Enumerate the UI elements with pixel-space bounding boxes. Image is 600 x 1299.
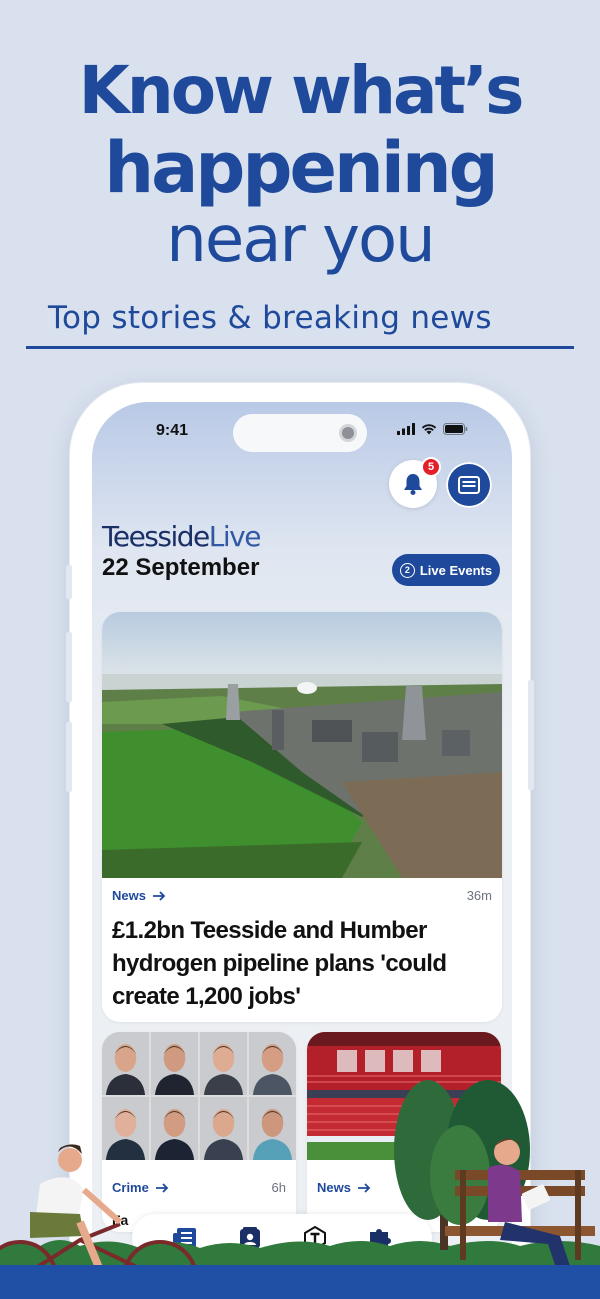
live-events-label: Live Events xyxy=(419,562,493,578)
news-icon xyxy=(172,1228,196,1248)
phone-side-button xyxy=(66,565,72,599)
story-card-crime-category-label: Crime xyxy=(112,1180,149,1195)
main-story-title[interactable]: £1.2bn Teesside and Humber hydrogen pipe… xyxy=(112,914,497,1013)
bell-icon xyxy=(404,474,422,495)
edition-button[interactable] xyxy=(446,462,492,508)
story-card-news[interactable]: News xyxy=(307,1032,501,1232)
story-card-crime-title: Fa xyxy=(112,1212,129,1228)
status-time: 9:41 xyxy=(156,422,189,439)
phone-screen: 9:41 5 TeessideLive 22 September 2 Live … xyxy=(92,402,512,1299)
notification-badge: 5 xyxy=(421,457,441,477)
tab-profile[interactable] xyxy=(237,1225,263,1251)
mugshot-photo xyxy=(249,1032,296,1095)
notifications-button[interactable]: 5 xyxy=(389,457,441,508)
wifi-icon xyxy=(421,424,437,435)
mugshot-photo xyxy=(151,1097,198,1160)
story-card-news-category-label: News xyxy=(317,1180,351,1195)
mugshots-image xyxy=(102,1032,296,1160)
brand-logo-part1: Teesside xyxy=(102,520,210,553)
phone-volume-up xyxy=(66,632,72,702)
arrow-right-icon xyxy=(155,1182,169,1193)
tab-news[interactable] xyxy=(172,1225,198,1251)
dynamic-island xyxy=(233,414,367,452)
signal-icon xyxy=(397,423,415,435)
main-story-category[interactable]: News xyxy=(112,888,166,903)
story-card-crime[interactable]: Crime 6h Fa xyxy=(102,1032,296,1232)
camera-icon xyxy=(339,424,357,442)
tab-t[interactable] xyxy=(302,1225,328,1251)
battery-icon xyxy=(443,423,468,435)
main-story-time: 36m xyxy=(466,888,492,903)
ground-strip xyxy=(0,1265,600,1299)
stadium-image xyxy=(307,1032,501,1160)
main-story-card[interactable]: News 36m £1.2bn Teesside and Humber hydr… xyxy=(102,612,502,1022)
bottom-tab-bar xyxy=(132,1214,432,1262)
hero-line-2: happening xyxy=(104,127,499,209)
mugshot-photo xyxy=(102,1097,149,1160)
mugshot-photo xyxy=(200,1032,247,1095)
main-story-category-label: News xyxy=(112,888,146,903)
tab-puzzles[interactable] xyxy=(367,1225,393,1251)
t-logo-icon xyxy=(303,1226,326,1250)
phone-volume-down xyxy=(66,722,72,792)
story-card-crime-time: 6h xyxy=(271,1180,286,1195)
hero-line-3: near you xyxy=(166,203,435,277)
profile-card-icon xyxy=(239,1227,260,1248)
main-story-image xyxy=(102,612,502,878)
newspaper-icon xyxy=(458,476,480,494)
brand-logo: TeessideLive xyxy=(102,520,262,553)
tagline-underline xyxy=(26,346,574,349)
mugshot-photo xyxy=(151,1032,198,1095)
arrow-right-icon xyxy=(357,1182,371,1193)
story-card-news-category[interactable]: News xyxy=(317,1180,371,1195)
hero-line-1: Know what’s xyxy=(78,52,525,129)
mugshot-photo xyxy=(200,1097,247,1160)
story-card-crime-category[interactable]: Crime xyxy=(112,1180,169,1195)
status-icons xyxy=(397,423,468,435)
arrow-right-icon xyxy=(152,890,166,901)
mugshot-photo xyxy=(102,1032,149,1095)
mugshot-photo xyxy=(249,1097,296,1160)
edition-date: 22 September xyxy=(102,554,260,581)
tagline: Top stories & breaking news xyxy=(48,300,492,336)
phone-power-button xyxy=(528,680,534,790)
live-events-count: 2 xyxy=(399,562,415,578)
brand-logo-part2: Live xyxy=(208,520,262,553)
live-events-button[interactable]: 2 Live Events xyxy=(392,554,500,586)
puzzle-icon xyxy=(369,1229,391,1248)
